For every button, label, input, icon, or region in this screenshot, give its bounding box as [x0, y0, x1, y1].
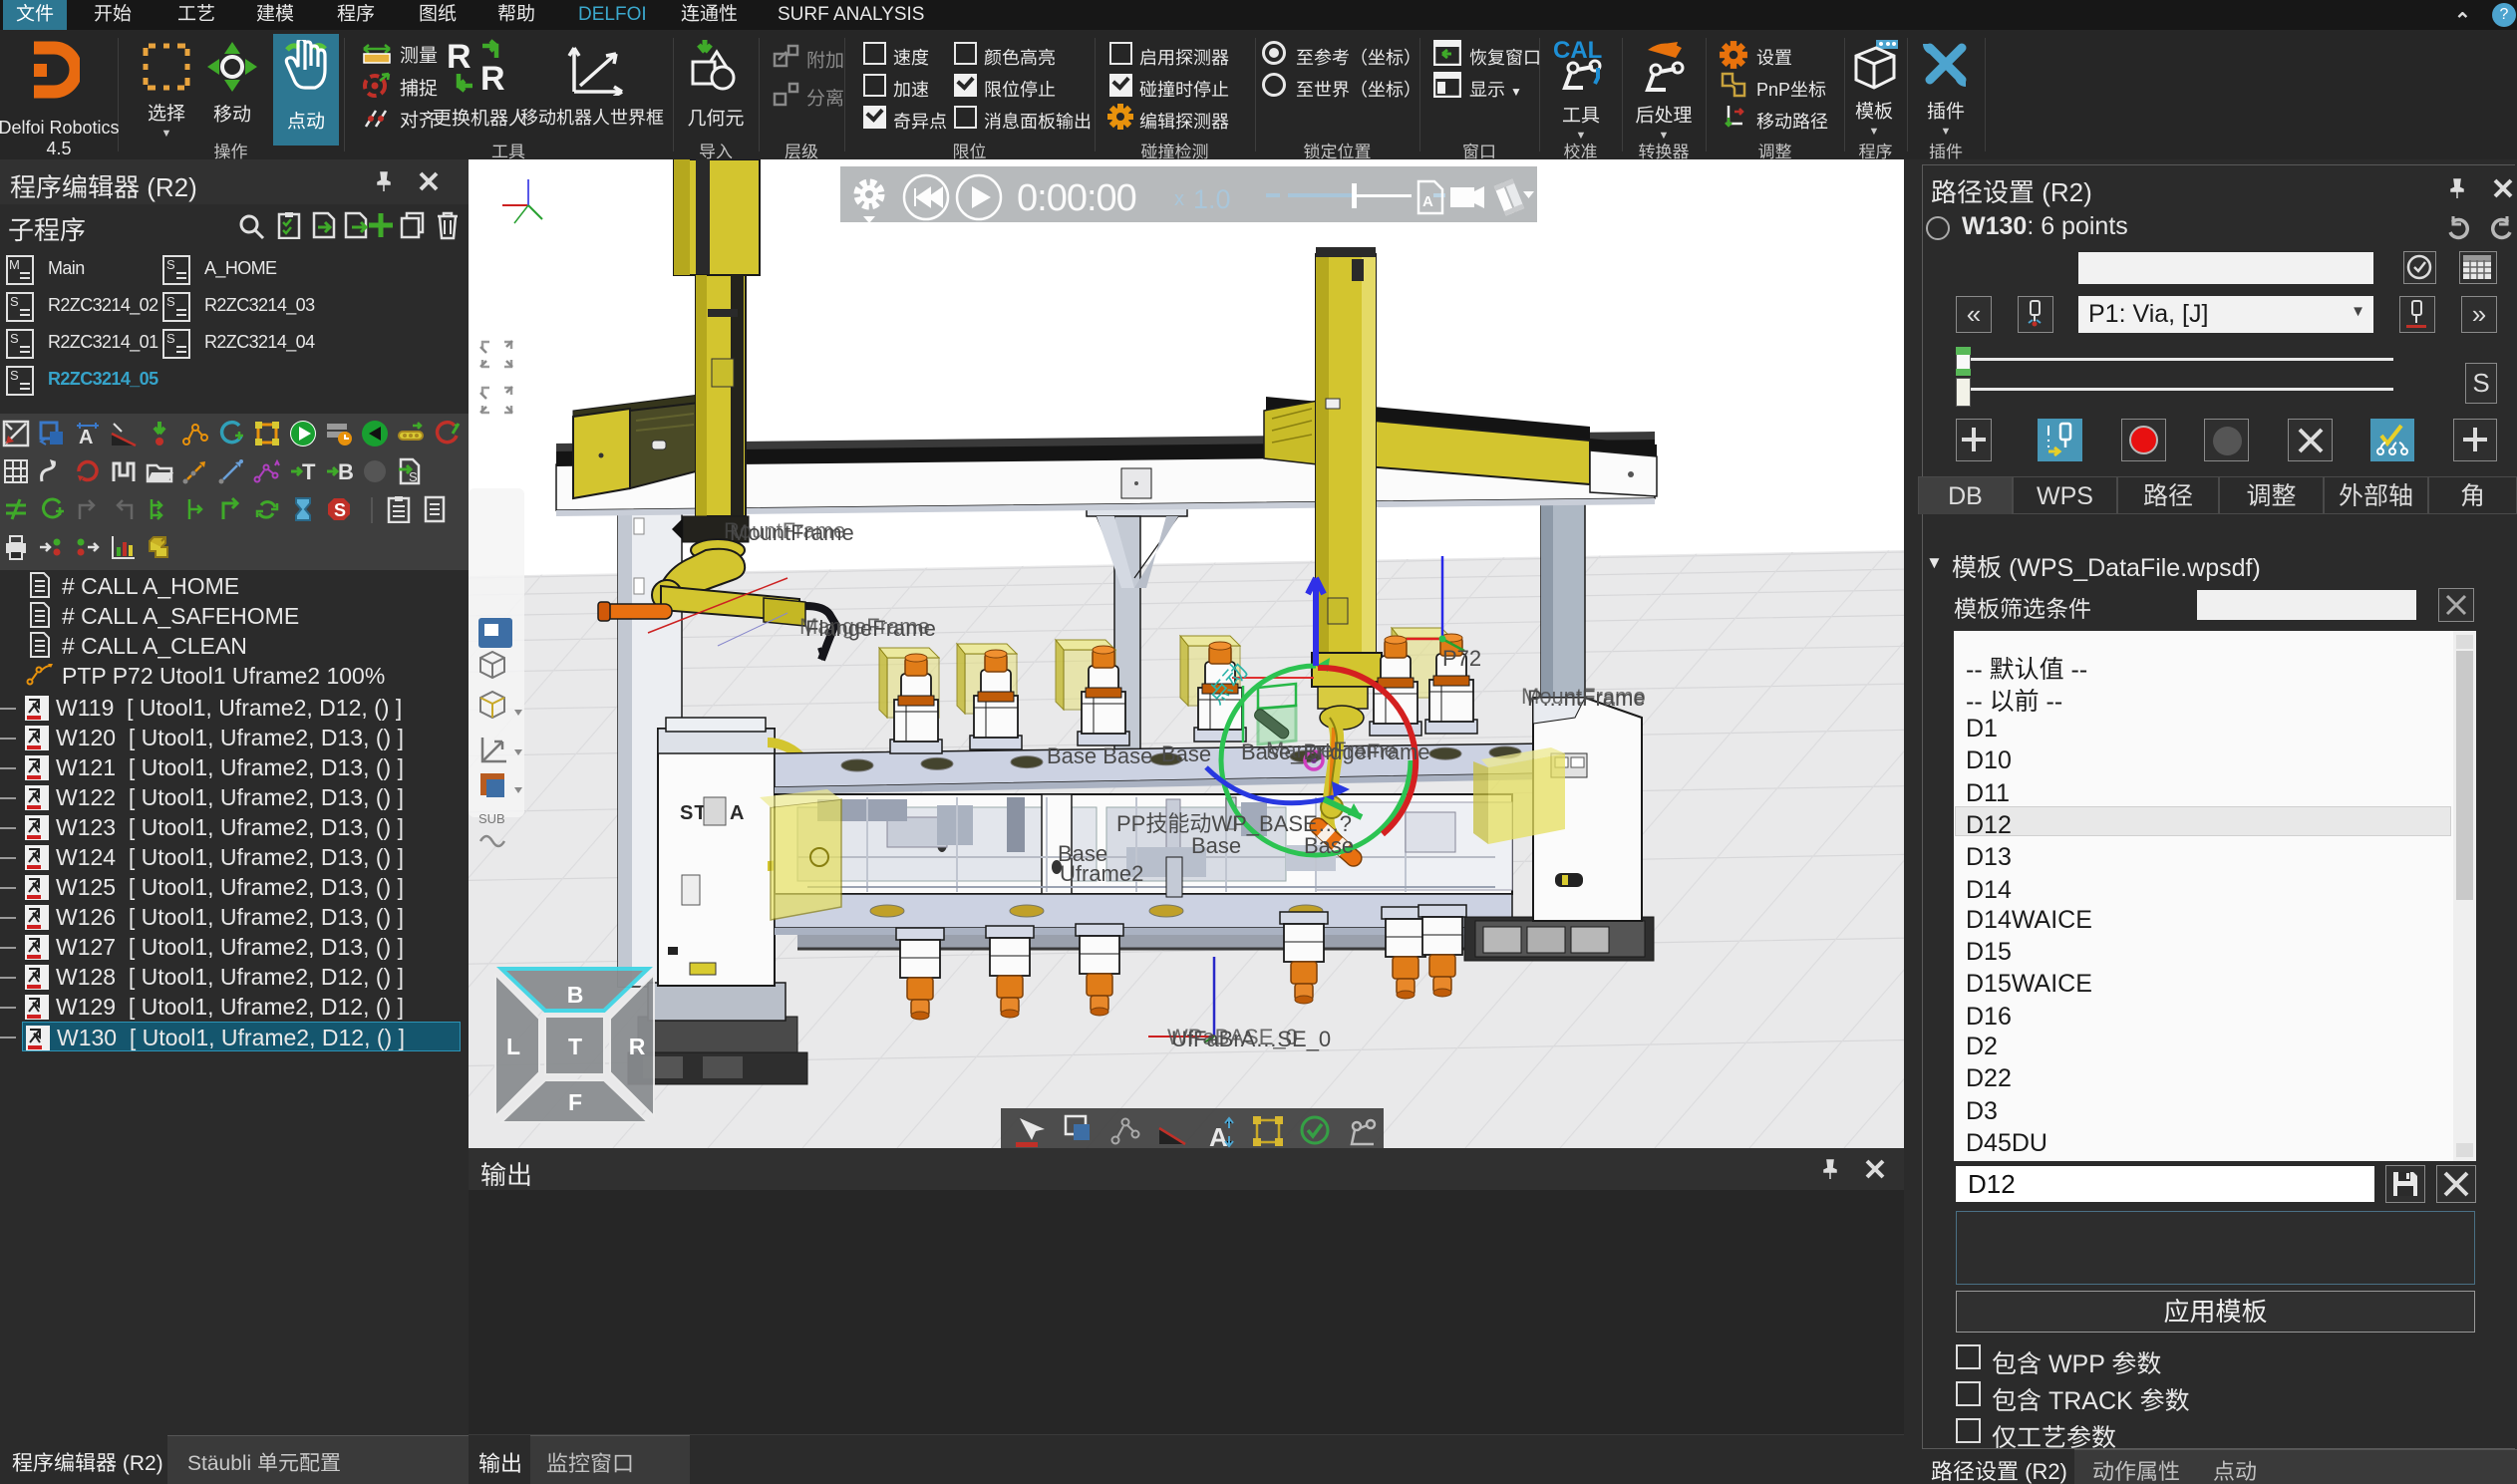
svg-text:MangeFrame: MangeFrame [1266, 738, 1397, 762]
svg-text:MountFrame: MountFrame [1521, 684, 1646, 709]
svg-text:T: T [302, 459, 316, 484]
svg-text:x: x [1174, 188, 1184, 210]
svg-text:B: B [567, 982, 584, 1008]
svg-text:S: S [409, 469, 418, 484]
svg-text:R: R [629, 1034, 646, 1059]
svg-text:SUB: SUB [478, 811, 505, 826]
svg-text:MangeFrame: MangeFrame [799, 614, 930, 639]
svg-text:WPaBASE_0: WPaBASE_0 [1167, 1025, 1298, 1049]
svg-text:A: A [1422, 193, 1433, 210]
svg-text:R: R [447, 38, 472, 76]
svg-text:Base: Base [1304, 833, 1354, 858]
svg-text:A: A [1209, 1122, 1228, 1148]
svg-text:P72: P72 [1442, 646, 1481, 671]
svg-text:Base: Base [1161, 742, 1211, 766]
svg-text:B: B [338, 459, 353, 484]
svg-text:RountFrame: RountFrame [724, 518, 845, 543]
svg-text:Base: Base [1191, 833, 1241, 858]
svg-text:R: R [480, 60, 505, 96]
svg-text:F: F [568, 1089, 582, 1115]
svg-text:A: A [79, 427, 93, 447]
svg-text:0:00:00: 0:00:00 [1017, 177, 1136, 219]
svg-text:A: A [730, 802, 744, 824]
svg-text:Base Base: Base Base [1047, 743, 1152, 768]
svg-text:L: L [506, 1034, 520, 1059]
svg-text:S: S [334, 500, 346, 520]
svg-text:1.0: 1.0 [1193, 184, 1231, 214]
svg-text:Uframe2: Uframe2 [1060, 861, 1143, 886]
svg-text:T: T [568, 1034, 582, 1059]
